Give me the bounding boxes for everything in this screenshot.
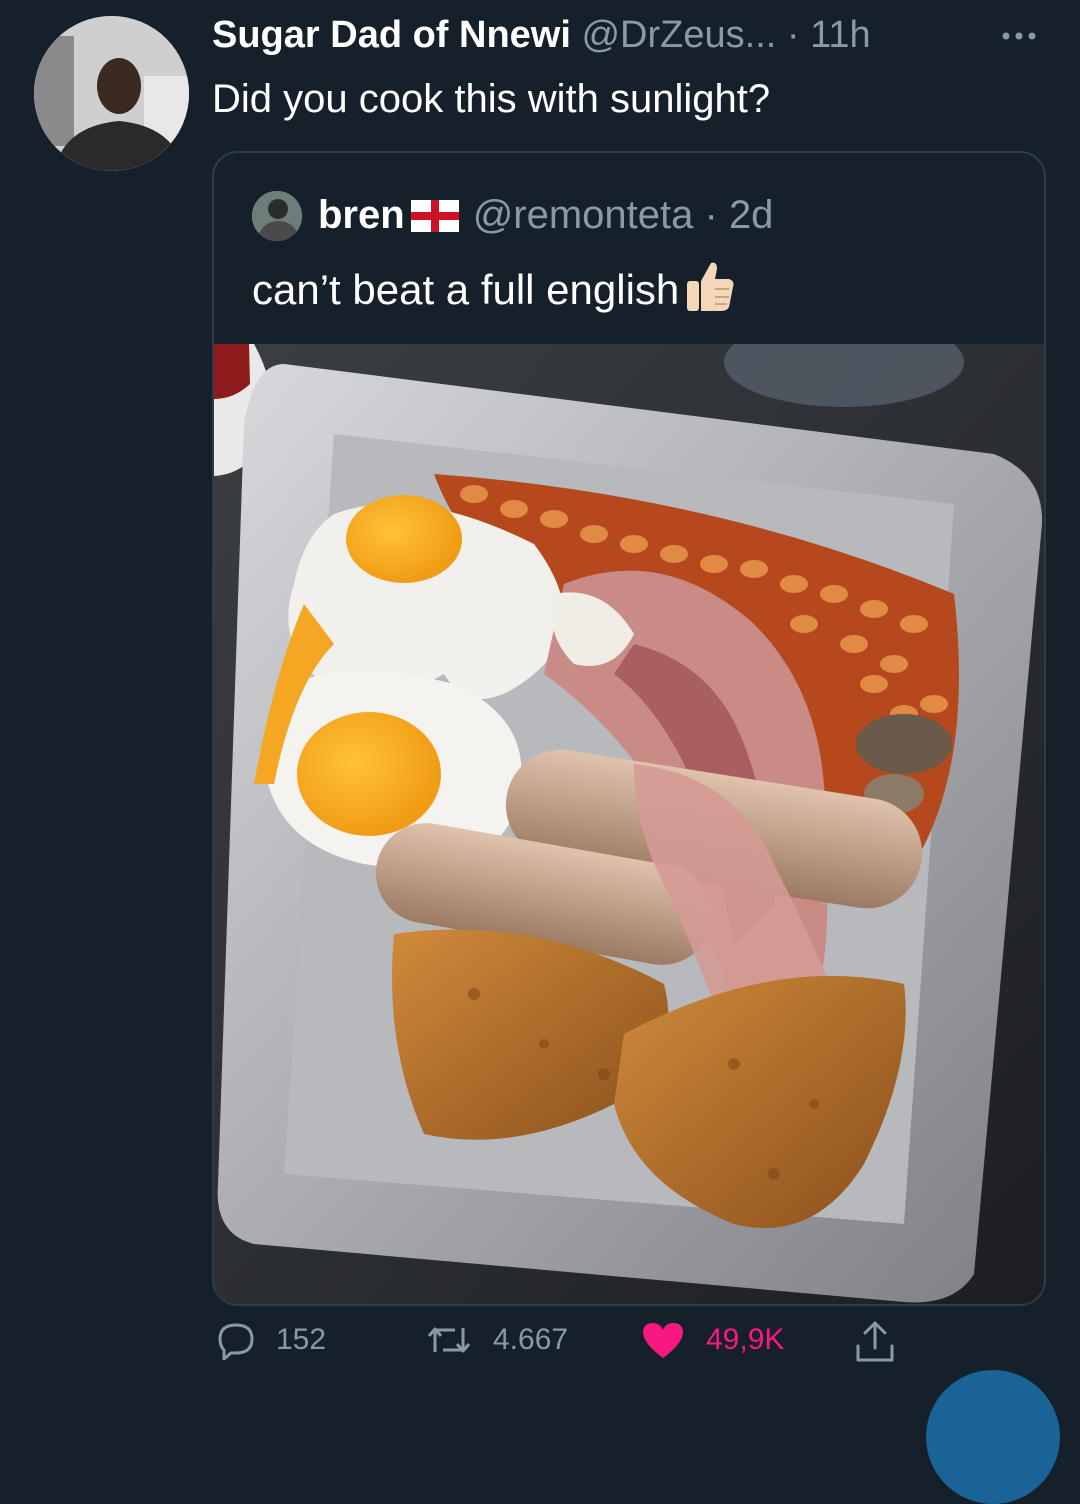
more-horizontal-icon[interactable]: [994, 18, 1044, 48]
quoted-tweet-header: bren @remonteta · 2d: [318, 193, 773, 238]
like-button[interactable]: 49,9K: [640, 1320, 784, 1360]
heart-icon: [640, 1320, 686, 1360]
quoted-tweet-card[interactable]: bren @remonteta · 2d can’t beat a full en…: [212, 151, 1046, 1306]
like-count: 49,9K: [706, 1323, 785, 1356]
reply-icon: [216, 1320, 256, 1360]
reply-count: 152: [276, 1323, 327, 1356]
share-button[interactable]: [852, 1320, 898, 1364]
quoted-handle[interactable]: @remonteta: [473, 193, 694, 237]
author-display-name[interactable]: Sugar Dad of Nnewi: [212, 14, 571, 56]
thumbs-up-icon: [683, 259, 735, 315]
quoted-time[interactable]: 2d: [729, 193, 774, 237]
time-separator: ·: [776, 14, 811, 56]
breakfast-photo[interactable]: [214, 317, 1044, 1304]
author-handle[interactable]: @DrZeus...: [581, 14, 776, 56]
tweet-header: Sugar Dad of Nnewi @DrZeus... · 11h: [212, 14, 871, 57]
quoted-text-content: can’t beat a full english: [252, 266, 680, 314]
retweet-count: 4.667: [493, 1323, 569, 1356]
reply-button[interactable]: 152: [216, 1320, 326, 1360]
retweet-button[interactable]: 4.667: [425, 1320, 568, 1360]
quoted-tweet-text: can’t beat a full english: [252, 262, 735, 321]
author-avatar[interactable]: [34, 16, 189, 171]
tweet-action-bar: 152 4.667 49,9K: [0, 1320, 1080, 1390]
share-icon: [852, 1320, 898, 1364]
tweet-text: Did you cook this with sunlight?: [212, 77, 771, 121]
england-flag-icon: [410, 197, 459, 233]
compose-tweet-button[interactable]: [926, 1370, 1060, 1504]
quoted-time-separator: ·: [693, 193, 729, 237]
retweet-icon: [425, 1320, 473, 1360]
tweet-time[interactable]: 11h: [810, 14, 871, 56]
quoted-display-name[interactable]: bren: [318, 193, 405, 237]
quoted-author-avatar[interactable]: [252, 191, 302, 241]
